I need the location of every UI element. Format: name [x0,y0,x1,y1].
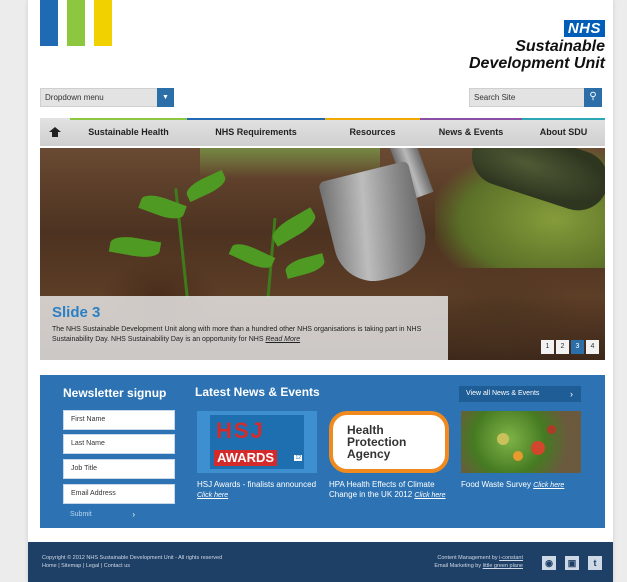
footer: Copyright © 2012 NHS Sustainable Develop… [28,542,613,582]
slide-page-3[interactable]: 3 [571,340,584,354]
colour-stripes [40,0,112,46]
click-here-link[interactable]: Click here [533,482,564,489]
credit-link[interactable]: little green plane [483,563,523,569]
nav-label: Resources [349,127,396,137]
credit-text: Content Management by [437,555,500,561]
nav-bar [522,118,605,120]
chevron-right-icon: › [132,510,135,519]
slide-caption: Slide 3 The NHS Sustainable Development … [40,296,448,360]
hero-slider: Slide 3 The NHS Sustainable Development … [40,148,605,360]
nhs-sdu-logo[interactable]: NHS Sustainable Development Unit [469,20,605,72]
copyright-text: Copyright © 2012 NHS Sustainable Develop… [42,555,223,561]
twitter-icon[interactable]: t [588,556,602,570]
news-image-hpa[interactable]: Health Protection Agency [329,411,449,473]
credit-link[interactable]: i-constant [499,555,523,561]
chevron-down-icon[interactable]: ▼ [157,88,174,107]
hpa-logo-line-3: Agency [347,447,391,461]
hsj-logo-bottom: AWARDS [214,450,278,466]
logo-line-1: Sustainable [515,38,605,55]
nav-news-events[interactable]: News & Events [420,118,522,146]
food-item [513,451,523,461]
nhs-logo-mark: NHS [563,20,605,37]
last-name-field[interactable]: Last Name [63,434,175,454]
news-text: Food Waste Survey [461,480,531,489]
food-item [547,425,556,434]
newsletter-title: Newsletter signup [63,386,167,400]
click-here-link[interactable]: Click here [197,492,228,499]
content-panel: Newsletter signup First Name Last Name J… [40,375,605,528]
footer-links[interactable]: Home | Sitemap | Legal | Contact us [42,562,222,570]
view-all-label: View all News & Events [466,390,540,397]
hsj-logo-top: HSJ [216,418,265,443]
footer-left: Copyright © 2012 NHS Sustainable Develop… [42,554,222,570]
nav-label: Sustainable Health [88,127,169,137]
chevron-right-icon: › [570,389,573,399]
slide-pager: 1 2 3 4 [541,340,599,354]
view-all-news-button[interactable]: View all News & Events › [459,386,581,402]
plant-leaf [268,207,320,247]
dropdown-menu[interactable]: Dropdown menu ▼ [40,88,174,107]
nav-label: NHS Requirements [215,127,297,137]
slide-page-4[interactable]: 4 [586,340,599,354]
hpa-logo: Health Protection Agency [333,424,406,460]
news-image-food-waste[interactable] [461,411,581,473]
stripe-yellow [94,0,112,46]
nav-bar [187,118,325,120]
footer-credits: Content Management by i-constant Email M… [434,554,523,570]
nav-sustainable-health[interactable]: Sustainable Health [70,118,187,146]
nav-bar [70,118,187,120]
click-here-link[interactable]: Click here [414,492,445,499]
submit-label: Submit [70,511,92,518]
slide-page-2[interactable]: 2 [556,340,569,354]
email-field[interactable]: Email Address [63,484,175,504]
home-icon [49,127,61,137]
slide-title: Slide 3 [52,304,101,321]
hsj-logo-number: 12 [294,455,302,461]
stripe-blue [40,0,58,46]
job-title-field[interactable]: Job Title [63,459,175,479]
content-management-credit: Content Management by i-constant [434,554,523,562]
food-item [531,441,545,455]
logo-line-2: Development Unit [468,55,605,72]
submit-button[interactable]: Submit › [63,509,143,521]
linkedin-icon[interactable]: ▣ [565,556,579,570]
nav-resources[interactable]: Resources [325,118,420,146]
nav-bar [325,118,420,120]
read-more-link[interactable]: Read More [265,336,300,343]
news-image-hsj[interactable]: HSJ AWARDS 12 [197,411,317,473]
search-icon[interactable]: ⚲ [584,88,602,107]
news-item-food-waste: Food Waste Survey Click here [461,480,586,491]
rss-icon[interactable]: ◉ [542,556,556,570]
nav-home[interactable] [40,118,70,146]
credit-text: Email Marketing by [434,563,483,569]
slide-page-1[interactable]: 1 [541,340,554,354]
email-marketing-credit: Email Marketing by little green plane [434,562,523,570]
slide-body: The NHS Sustainable Development Unit alo… [52,326,422,343]
page: NHS Sustainable Development Unit Dropdow… [28,0,613,582]
plant-leaf [283,253,327,279]
nav-nhs-requirements[interactable]: NHS Requirements [187,118,325,146]
dropdown-label: Dropdown menu [45,93,104,102]
nav-label: News & Events [438,127,504,137]
food-item [497,433,509,445]
hsj-awards-logo: HSJ AWARDS 12 [210,415,304,469]
first-name-field[interactable]: First Name [63,410,175,430]
slide-text: The NHS Sustainable Development Unit alo… [52,325,436,345]
plant-leaf [228,239,276,273]
news-item-hpa: HPA Health Effects of Climate Change in … [329,480,454,501]
news-item-hsj: HSJ Awards - finalists announced Click h… [197,480,322,501]
main-nav: Sustainable Health NHS Requirements Reso… [40,118,605,146]
nav-about-sdu[interactable]: About SDU [522,118,605,146]
nav-label: About SDU [539,127,588,137]
search-placeholder: Search Site [474,93,516,102]
stripe-green [67,0,85,46]
news-text: HSJ Awards - finalists announced [197,480,317,489]
nav-bar [420,118,522,120]
news-title: Latest News & Events [195,385,320,399]
plant-leaf [108,233,162,261]
search-input[interactable]: Search Site ⚲ [469,88,602,107]
